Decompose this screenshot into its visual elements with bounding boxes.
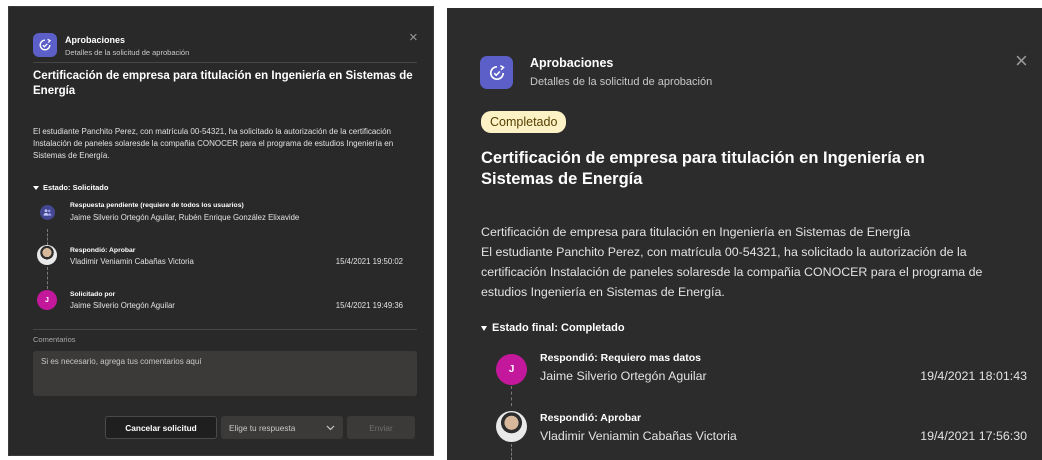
- avatar-initial: J: [496, 354, 527, 385]
- timeline-connector: [511, 444, 512, 460]
- approvals-app-icon: [33, 33, 57, 57]
- event-name: Jaime Silverio Ortegón Aguilar: [70, 301, 175, 310]
- section-divider: [33, 329, 417, 330]
- event-timestamp: 15/4/2021 19:50:02: [335, 257, 403, 266]
- approvals-app-icon: [480, 56, 513, 89]
- event-name: Jaime Silverio Ortegón Aguilar: [540, 369, 707, 383]
- timeline-connector: [47, 229, 48, 245]
- chevron-down-icon: [326, 423, 335, 433]
- avatar-initial: J: [37, 290, 57, 310]
- send-button[interactable]: Enviar: [347, 416, 415, 439]
- event-timestamp: 15/4/2021 19:49:36: [335, 301, 403, 310]
- approval-details-panel-completed: Aprobaciones Detalles de la solicitud de…: [447, 8, 1042, 460]
- event-heading: Solicitado por: [70, 291, 116, 298]
- comments-input[interactable]: [33, 351, 417, 396]
- avatar-photo: [37, 245, 57, 265]
- event-heading: Respondió: Aprobar: [70, 247, 136, 254]
- status-section-toggle[interactable]: Estado final: Completado: [481, 322, 625, 334]
- status-badge: Completado: [481, 111, 567, 133]
- avatar-photo: [496, 411, 527, 442]
- event-timestamp: 19/4/2021 18:01:43: [920, 369, 1027, 383]
- app-title: Aprobaciones: [65, 35, 126, 45]
- event-names: Jaime Silverio Ortegón Aguilar, Rubén En…: [70, 213, 300, 222]
- event-name: Vladimir Veniamin Cabañas Victoria: [70, 257, 194, 266]
- request-description: El estudiante Panchito Perez, con matríc…: [481, 245, 983, 299]
- request-description-heading: Certificación de empresa para titulación…: [481, 225, 911, 239]
- group-icon: [40, 205, 55, 220]
- chevron-down-icon: [481, 325, 487, 331]
- status-section-toggle[interactable]: Estado: Solicitado: [33, 183, 108, 192]
- app-subtitle: Detalles de la solicitud de aprobación: [530, 76, 713, 88]
- cancel-request-button[interactable]: Cancelar solicitud: [105, 416, 217, 439]
- request-title: Certificación de empresa para titulación…: [481, 149, 925, 189]
- comments-label: Comentarios: [33, 335, 76, 344]
- timeline-connector: [47, 267, 48, 289]
- response-select[interactable]: Elige tu respuesta: [221, 416, 343, 439]
- status-section-label: Estado final: Completado: [492, 322, 625, 334]
- app-title: Aprobaciones: [530, 56, 614, 70]
- timeline-connector: [511, 386, 512, 406]
- close-icon[interactable]: ×: [1015, 48, 1028, 74]
- header-divider: [33, 62, 417, 63]
- response-select-value: Elige tu respuesta: [229, 422, 296, 433]
- event-heading: Respuesta pendiente (requiere de todos l…: [70, 202, 244, 209]
- event-name: Vladimir Veniamin Cabañas Victoria: [540, 429, 737, 443]
- app-subtitle: Detalles de la solicitud de aprobación: [65, 48, 190, 57]
- chevron-down-icon: [33, 185, 39, 190]
- status-section-label: Estado: Solicitado: [43, 183, 109, 192]
- approval-details-panel-pending: Aprobaciones Detalles de la solicitud de…: [8, 6, 434, 456]
- request-description: El estudiante Panchito Perez, con matríc…: [33, 127, 394, 160]
- event-heading: Respondió: Aprobar: [540, 412, 642, 424]
- event-heading: Respondió: Requiero mas datos: [540, 352, 702, 364]
- close-icon[interactable]: ×: [409, 29, 418, 46]
- event-timestamp: 19/4/2021 17:56:30: [920, 429, 1027, 443]
- request-title: Certificación de empresa para titulación…: [33, 70, 413, 97]
